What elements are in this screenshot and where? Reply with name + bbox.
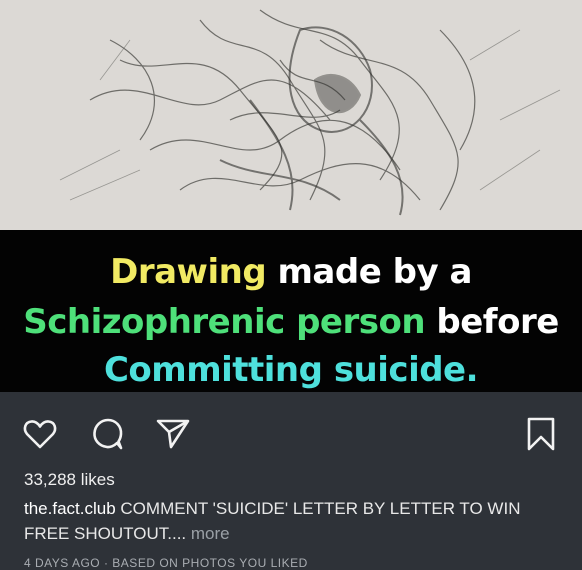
post-timestamp: 4 DAYS AGO · BASED ON PHOTOS YOU LIKED xyxy=(24,556,308,570)
heart-icon[interactable] xyxy=(22,416,58,452)
post-image[interactable] xyxy=(0,0,582,230)
likes-count[interactable]: 33,288 likes xyxy=(24,470,115,490)
caption-banner: Drawing made by a Schizophrenic person b… xyxy=(0,230,582,392)
banner-highlight-drawing: Drawing xyxy=(110,252,267,292)
comment-icon[interactable] xyxy=(90,416,126,452)
banner-text: before xyxy=(436,302,559,342)
instagram-post: Drawing made by a Schizophrenic person b… xyxy=(0,0,582,570)
banner-line-1: Drawing made by a xyxy=(0,252,582,292)
action-bar xyxy=(0,392,582,464)
username-link[interactable]: the.fact.club xyxy=(24,499,116,518)
more-link[interactable]: more xyxy=(191,524,230,543)
banner-highlight-schizophrenic: Schizophrenic person xyxy=(23,302,426,342)
post-caption: the.fact.club COMMENT 'SUICIDE' LETTER B… xyxy=(24,496,554,546)
banner-line-3: Committing suicide. xyxy=(103,350,479,390)
bookmark-icon[interactable] xyxy=(523,416,559,452)
share-icon[interactable] xyxy=(155,416,191,452)
banner-text: made by a xyxy=(277,252,473,292)
sketch-drawing xyxy=(0,0,582,230)
banner-line-2: Schizophrenic person before xyxy=(0,302,582,342)
